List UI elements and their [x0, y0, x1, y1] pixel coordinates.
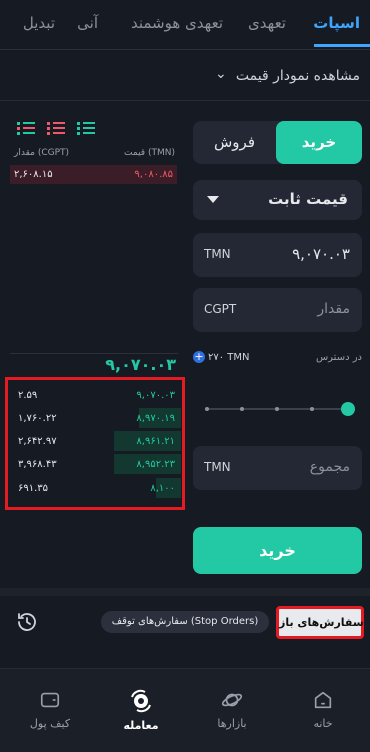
- bid-amount: ۱,۷۶۰.۲۲: [18, 413, 57, 424]
- buy-submit-button[interactable]: خرید: [193, 527, 362, 574]
- wallet-icon: [40, 692, 60, 708]
- buy-tab[interactable]: خرید: [276, 121, 362, 164]
- bid-row[interactable]: ۸,۹۵۲.۲۳ ۳,۹۶۸.۴۳: [13, 454, 181, 474]
- home-icon: [314, 691, 332, 709]
- history-icon[interactable]: [15, 610, 39, 634]
- book-bids-icon[interactable]: [77, 121, 95, 135]
- deposit-plus-icon[interactable]: +: [193, 351, 205, 363]
- tab-smart-margin[interactable]: تعهدی هوشمند: [131, 14, 223, 32]
- section-divider: [0, 588, 370, 596]
- available-label: در دسترس: [315, 352, 362, 363]
- slider-step[interactable]: [275, 407, 279, 411]
- total-placeholder: مجموع: [309, 459, 350, 475]
- nav-trade-label: معامله: [123, 719, 159, 732]
- order-type-select[interactable]: قیمت ثابت: [193, 180, 362, 220]
- nav-wallet[interactable]: کیف پول: [15, 689, 85, 730]
- bid-row[interactable]: ۸,۹۷۰.۱۹ ۱,۷۶۰.۲۲: [13, 408, 181, 428]
- bid-row[interactable]: ۹,۰۷۰.۰۳ ۲.۵۹: [13, 385, 181, 405]
- planet-icon: [221, 693, 243, 707]
- open-orders-tab[interactable]: سفارش‌های باز: [276, 606, 364, 639]
- divider: [10, 353, 178, 354]
- bids-list-highlight: ۹,۰۷۰.۰۳ ۲.۵۹ ۸,۹۷۰.۱۹ ۱,۷۶۰.۲۲ ۸,۹۶۱.۲۱…: [5, 377, 185, 510]
- amount-placeholder: مقدار: [317, 301, 350, 317]
- chevron-down-icon: ⌄: [215, 66, 227, 82]
- bid-price: ۸,۹۷۰.۱۹: [136, 413, 175, 424]
- amount-column-header: مقدار (CGPT): [14, 148, 70, 158]
- available-balance: در دسترس ۲۷۰ TMN +: [193, 350, 362, 368]
- bid-amount: ۲,۶۴۲.۹۷: [18, 436, 57, 447]
- ask-price: ۹,۰۸۰.۸۵: [134, 169, 173, 180]
- trade-icon: [131, 689, 151, 713]
- market-type-tabs: اسپات تعهدی تعهدی هوشمند آنی تبدیل: [0, 0, 370, 50]
- price-value: ۹,۰۷۰.۰۳: [292, 245, 350, 263]
- ask-amount: ۲,۶۰۸.۱۵: [14, 169, 53, 180]
- sell-tab[interactable]: فروش: [193, 121, 276, 164]
- bid-price: ۸,۹۵۲.۲۳: [136, 459, 175, 470]
- divider: [0, 100, 370, 101]
- nav-trade[interactable]: معامله: [106, 689, 176, 732]
- bid-row[interactable]: ۸,۹۶۱.۲۱ ۲,۶۴۲.۹۷: [13, 431, 181, 451]
- tab-margin[interactable]: تعهدی: [248, 14, 286, 32]
- book-asks-icon[interactable]: [47, 121, 65, 135]
- bid-row[interactable]: ۸,۱۰۰ ۶۹۱.۳۵: [13, 478, 181, 498]
- ask-row[interactable]: ۹,۰۸۰.۸۵ ۲,۶۰۸.۱۵: [10, 165, 177, 184]
- order-book-header: قیمت (TMN) مقدار (CGPT): [10, 148, 175, 162]
- bottom-navigation: خانه بازارها معامله کیف پول: [0, 668, 370, 752]
- tab-spot[interactable]: اسپات: [313, 14, 360, 32]
- slider-track: [205, 408, 353, 410]
- tab-instant[interactable]: آنی: [77, 14, 98, 32]
- price-input[interactable]: TMN ۹,۰۷۰.۰۳: [193, 233, 362, 277]
- show-price-chart-toggle[interactable]: ⌄ مشاهده نمودار قیمت: [215, 66, 365, 90]
- bid-amount: ۶۹۱.۳۵: [18, 483, 49, 494]
- bid-amount: ۲.۵۹: [18, 390, 38, 401]
- order-type-value: قیمت ثابت: [268, 190, 348, 208]
- available-value: ۲۷۰ TMN: [208, 352, 250, 363]
- slider-step[interactable]: [240, 407, 244, 411]
- order-book-view-toggles: [17, 121, 97, 137]
- stop-orders-tab[interactable]: سفارش‌های توقف (Stop Orders): [101, 611, 269, 633]
- book-both-icon[interactable]: [17, 121, 35, 135]
- amount-percent-slider[interactable]: [205, 402, 355, 416]
- price-unit: TMN: [204, 247, 231, 261]
- slider-step[interactable]: [310, 407, 314, 411]
- bid-price: ۸,۱۰۰: [150, 483, 175, 494]
- slider-handle[interactable]: [341, 402, 355, 416]
- nav-home-label: خانه: [313, 717, 333, 730]
- nav-home[interactable]: خانه: [288, 689, 358, 730]
- bid-amount: ۳,۹۶۸.۴۳: [18, 459, 57, 470]
- total-unit: TMN: [204, 460, 231, 474]
- price-column-header: قیمت (TMN): [124, 148, 175, 158]
- last-trade-price: ۹,۰۷۰.۰۳: [105, 355, 176, 374]
- amount-unit: CGPT: [204, 302, 237, 316]
- active-tab-indicator: [314, 44, 370, 47]
- bid-price: ۹,۰۷۰.۰۳: [136, 390, 175, 401]
- amount-input[interactable]: CGPT مقدار: [193, 288, 362, 332]
- bid-price: ۸,۹۶۱.۲۱: [136, 436, 175, 447]
- buy-sell-toggle: فروش خرید: [193, 121, 362, 164]
- slider-step[interactable]: [205, 407, 209, 411]
- tab-convert[interactable]: تبدیل: [23, 14, 55, 32]
- total-input[interactable]: TMN مجموع: [193, 446, 362, 490]
- show-price-chart-label: مشاهده نمودار قیمت: [235, 68, 360, 84]
- nav-markets[interactable]: بازارها: [197, 689, 267, 730]
- caret-down-icon: [207, 196, 219, 203]
- nav-wallet-label: کیف پول: [29, 717, 71, 730]
- nav-markets-label: بازارها: [217, 717, 247, 730]
